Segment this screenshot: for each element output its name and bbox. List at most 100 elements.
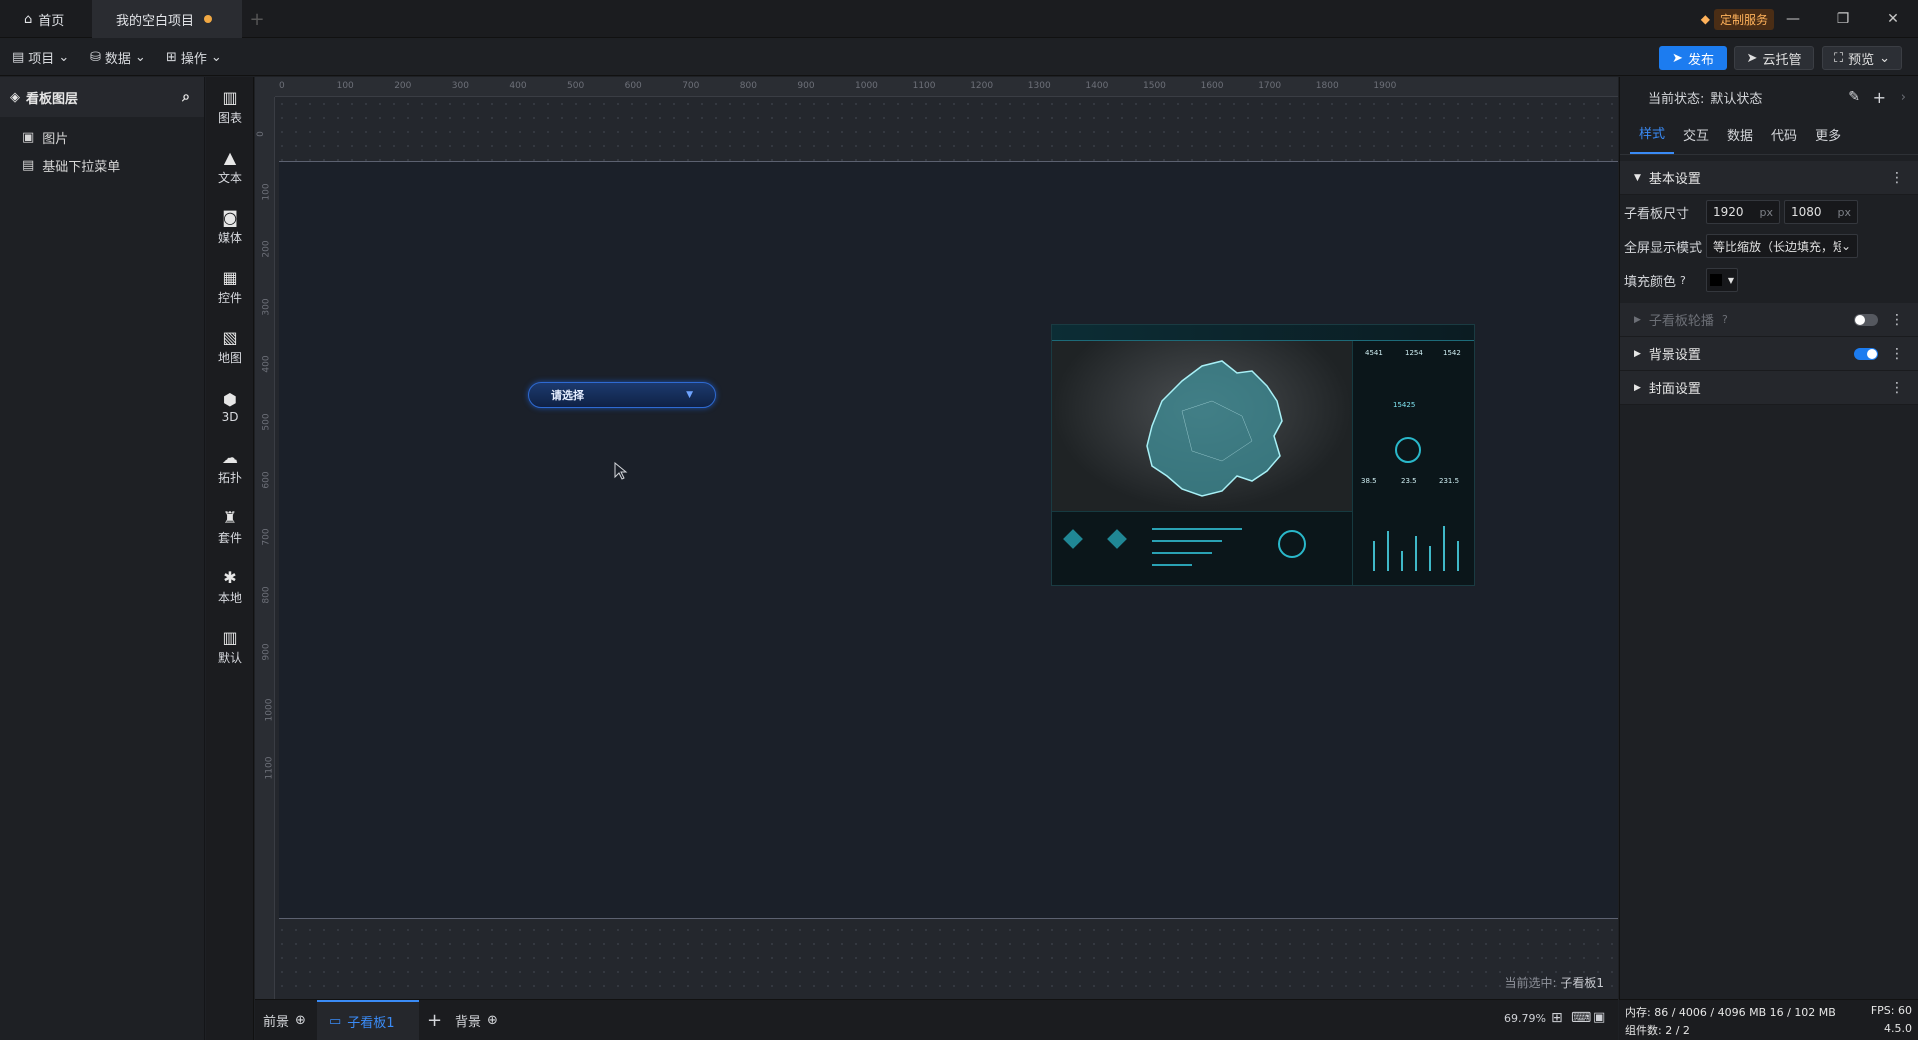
zoom-level: 69.79% xyxy=(1504,1012,1546,1025)
tab-code[interactable]: 代码 xyxy=(1762,125,1806,154)
custom-service-button[interactable]: ◆ 定制服务 xyxy=(1701,8,1774,30)
ruler-corner xyxy=(255,77,275,97)
menu-project-label: 项目 xyxy=(28,51,55,67)
tab-home[interactable]: ⌂ 首页 xyxy=(0,0,92,38)
component-3d[interactable]: ⬢ 3D xyxy=(206,377,254,437)
layer-item-image[interactable]: ▣ 图片 xyxy=(0,123,204,151)
ruler-tick-label: 500 xyxy=(567,81,585,91)
tab-style[interactable]: 样式 xyxy=(1630,123,1675,154)
ruler-tick-label: 500 xyxy=(261,413,272,431)
edit-icon[interactable]: ✎ xyxy=(1848,89,1860,105)
state-value[interactable]: 默认状态 xyxy=(1710,88,1762,107)
component-label: 文本 xyxy=(217,170,242,185)
dashboard-image-widget[interactable]: 4541 1254 1542 15425 38.5 23.5 231.5 xyxy=(1051,324,1475,586)
board-height-input[interactable]: 1080 px xyxy=(1784,200,1858,224)
minimize-button[interactable]: — xyxy=(1770,0,1816,38)
add-board-button[interactable]: + xyxy=(427,1000,447,1040)
component-default[interactable]: ▥ 默认 xyxy=(206,617,254,677)
tab-project[interactable]: 我的空白项目 xyxy=(92,0,242,38)
ruler-tick-label: 300 xyxy=(451,81,469,91)
fullscreen-icon: ⛶ xyxy=(1833,50,1844,66)
basic-dropdown-widget[interactable]: 请选择 ▼ xyxy=(528,382,716,408)
component-count: 组件数: 2 / 2 xyxy=(1625,1024,1690,1037)
component-text[interactable]: ▲ 文本 xyxy=(206,137,254,197)
component-media[interactable]: ◙ 媒体 xyxy=(206,197,254,257)
publish-label: 发布 xyxy=(1687,52,1714,68)
fit-screen-icon[interactable]: ⊞ xyxy=(1551,1010,1563,1026)
stat-value: 38.5 xyxy=(1361,477,1377,485)
ruler-tick-label: 1300 xyxy=(1027,81,1051,91)
send-icon: ➤ xyxy=(1746,50,1758,66)
state-row: 当前状态: 默认状态 ✎ + › xyxy=(1620,77,1918,117)
file-icon: ▤ xyxy=(12,49,25,65)
add-icon[interactable]: + xyxy=(1873,88,1886,107)
ruler-tick-label: 1100 xyxy=(912,81,936,91)
preview-button[interactable]: ⛶ 预览 ⌄ xyxy=(1822,46,1902,70)
monitor-icon: ▭ xyxy=(329,1013,342,1029)
section-cover[interactable]: ▶ 封面设置 ⋮ xyxy=(1620,371,1918,405)
fill-color-picker[interactable]: ▼ xyxy=(1706,268,1738,292)
tab-data[interactable]: 数据 xyxy=(1718,125,1762,154)
close-button[interactable]: ✕ xyxy=(1870,0,1916,38)
menu-data[interactable]: ⛁ 数据 ⌄ xyxy=(90,47,146,67)
menu-bar: ▤ 项目 ⌄ ⛁ 数据 ⌄ ⊞ 操作 ⌄ ➤ 发布 ➤ 云托管 ⛶ 预览 ⌄ xyxy=(0,38,1918,76)
layer-item-dropdown[interactable]: ▤ 基础下拉菜单 xyxy=(0,151,204,179)
tab-sub-board[interactable]: ▭ 子看板1 xyxy=(317,1000,419,1040)
fullscreen-mode-select[interactable]: 等比缩放（长边填充，短... ⌄ xyxy=(1706,234,1858,258)
menu-ops[interactable]: ⊞ 操作 ⌄ xyxy=(166,47,222,67)
component-topology[interactable]: ☁ 拓扑 xyxy=(206,437,254,497)
carousel-toggle[interactable] xyxy=(1854,314,1878,326)
chevron-right-icon[interactable]: › xyxy=(1901,90,1906,105)
layer-panel-header: ◈ 看板图层 ⌕ xyxy=(0,77,204,117)
section-carousel[interactable]: ▶ 子看板轮播 ? ⋮ xyxy=(1620,303,1918,337)
keyboard-icon[interactable]: ⌨ xyxy=(1571,1010,1591,1026)
section-title: 背景设置 xyxy=(1648,348,1701,363)
restore-button[interactable]: ❐ xyxy=(1820,0,1866,38)
terminal-icon[interactable]: ▣ xyxy=(1593,1010,1605,1025)
chevron-down-icon: ⌄ xyxy=(134,49,146,65)
menu-project[interactable]: ▤ 项目 ⌄ xyxy=(12,47,69,67)
component-chart[interactable]: ▥ 图表 xyxy=(206,77,254,137)
section-basic-settings[interactable]: ▼ 基本设置 ⋮ xyxy=(1620,161,1918,195)
background-toggle[interactable] xyxy=(1854,348,1878,360)
layer-panel: ◈ 看板图层 ⌕ ▣ 图片 ▤ 基础下拉菜单 xyxy=(0,77,205,1040)
caret-right-icon: ▶ xyxy=(1634,314,1641,325)
tab-foreground[interactable]: 前景 ⊕ xyxy=(263,1000,313,1040)
vertical-ruler[interactable]: 0 100 200 300 400 500 600 700 800 900 1000 1100 xyxy=(255,97,275,999)
publish-button[interactable]: ➤ 发布 xyxy=(1659,46,1727,70)
more-vertical-icon[interactable]: ⋮ xyxy=(1890,170,1904,186)
selection-label: 当前选中: xyxy=(1504,976,1557,990)
layer-panel-title: 看板图层 xyxy=(26,91,79,107)
dropdown-icon: ▤ xyxy=(22,157,35,173)
tab-background[interactable]: 背景 ⊕ xyxy=(455,1000,505,1040)
more-vertical-icon[interactable]: ⋮ xyxy=(1890,312,1904,328)
selection-value: 子看板1 xyxy=(1560,976,1604,990)
layer-item-label: 基础下拉菜单 xyxy=(42,159,121,175)
ruler-tick-label: 1000 xyxy=(264,698,275,722)
board-width-input[interactable]: 1920 px xyxy=(1706,200,1780,224)
chevron-down-icon: ⌄ xyxy=(1879,50,1891,66)
layers-icon: ◈ xyxy=(10,89,20,105)
component-kit[interactable]: ♜ 套件 xyxy=(206,497,254,557)
component-label: 控件 xyxy=(217,290,242,305)
horizontal-ruler[interactable]: 0 100 200 300 400 500 600 700 800 900 1000 1100 1200… xyxy=(275,77,1618,97)
search-icon[interactable]: ⌕ xyxy=(182,89,190,105)
province-map-shape xyxy=(1146,360,1283,497)
more-vertical-icon[interactable]: ⋮ xyxy=(1890,346,1904,362)
section-background[interactable]: ▶ 背景设置 ⋮ xyxy=(1620,337,1918,371)
section-title: 基本设置 xyxy=(1648,172,1701,187)
canvas-area[interactable]: 0 100 200 300 400 500 600 700 800 900 1000 1100 1200… xyxy=(255,77,1618,999)
component-map[interactable]: ▧ 地图 xyxy=(206,317,254,377)
tab-more[interactable]: 更多 xyxy=(1806,125,1850,154)
add-tab-button[interactable]: + xyxy=(242,0,272,38)
ruler-tick-label: 700 xyxy=(682,81,700,91)
dashboard-image-header xyxy=(1052,325,1474,341)
tab-interaction[interactable]: 交互 xyxy=(1674,125,1718,154)
fps-counter: FPS: 60 xyxy=(1870,1004,1912,1017)
kpi-value: 1542 xyxy=(1443,349,1461,357)
more-vertical-icon[interactable]: ⋮ xyxy=(1890,380,1904,396)
gauge-ring xyxy=(1278,530,1306,558)
component-local[interactable]: ✱ 本地 xyxy=(206,557,254,617)
component-control[interactable]: ▦ 控件 xyxy=(206,257,254,317)
cloud-host-button[interactable]: ➤ 云托管 xyxy=(1734,46,1814,70)
